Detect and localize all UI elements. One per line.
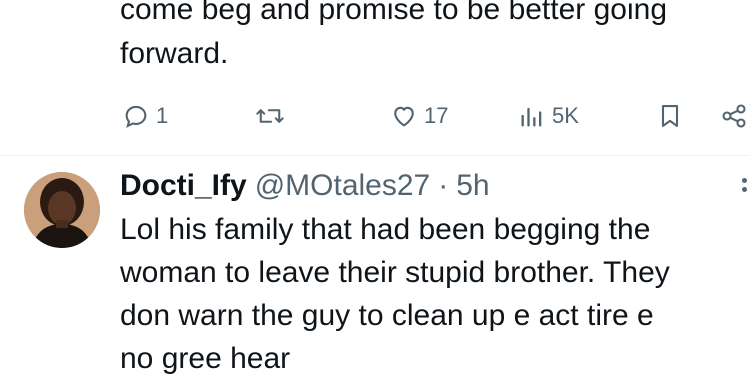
tweet-text: come beg and promise to be better going …	[120, 0, 667, 76]
tweet-text-line: forward.	[120, 37, 229, 70]
speech-bubble-icon	[122, 102, 150, 130]
like-button[interactable]: 17	[390, 98, 448, 134]
reply-button[interactable]: 1	[122, 98, 168, 134]
display-name[interactable]: Docti_Ify	[120, 166, 247, 206]
heart-icon	[390, 102, 418, 130]
views-count: 5K	[552, 103, 579, 128]
more-dots-icon	[742, 187, 747, 192]
tweet-header: Docti_Ify @MOtales27 · 5h	[120, 166, 490, 206]
tweet-text-line: Lol his family that had been begging the	[120, 213, 651, 246]
tweet-text-line: don warn the guy to clean up e act tire …	[120, 299, 654, 332]
tweet-text: Lol his family that had been begging the…	[120, 208, 670, 375]
tweet-text-line: come beg and promise to be better going	[120, 0, 668, 26]
previous-tweet[interactable]: come beg and promise to be better going …	[0, 0, 750, 150]
bookmark-icon	[656, 102, 684, 130]
timeline: come beg and promise to be better going …	[0, 0, 750, 375]
reply-count: 1	[156, 103, 169, 128]
like-count: 17	[424, 103, 449, 128]
more-dots-icon	[742, 178, 747, 183]
user-handle[interactable]: @MOtales27	[255, 166, 431, 206]
views-button[interactable]: 5K	[518, 98, 579, 134]
share-icon	[720, 102, 748, 130]
tweet-action-bar: 1 17 5K	[120, 98, 750, 134]
avatar[interactable]	[24, 172, 100, 248]
timestamp[interactable]: 5h	[456, 166, 489, 206]
tweet-text-line: woman to leave their stupid brother. The…	[120, 256, 670, 289]
share-button[interactable]	[720, 98, 748, 134]
retweet-icon	[255, 102, 285, 130]
separator: ·	[438, 169, 449, 202]
more-options-button[interactable]	[742, 178, 747, 192]
tweet-text-line: no gree hear	[120, 342, 291, 375]
reply-tweet[interactable]: Docti_Ify @MOtales27 · 5h Lol his family…	[0, 156, 750, 375]
retweet-button[interactable]	[255, 98, 285, 134]
bar-chart-icon	[518, 102, 546, 130]
bookmark-button[interactable]	[656, 98, 684, 134]
